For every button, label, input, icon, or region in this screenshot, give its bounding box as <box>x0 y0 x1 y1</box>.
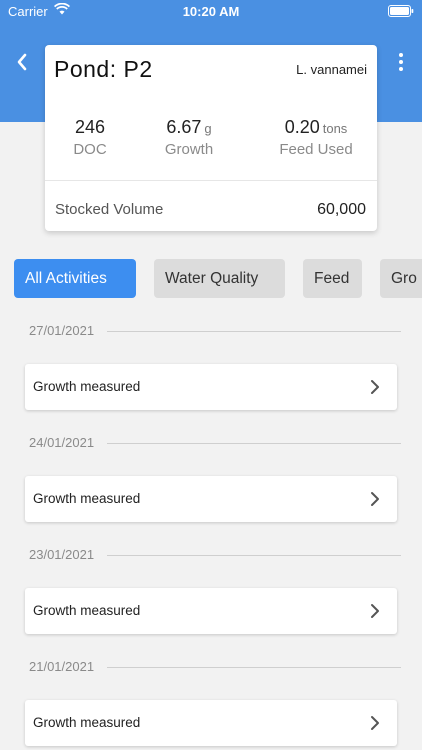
chevron-right-icon <box>371 492 379 506</box>
feed-unit: tons <box>322 121 348 136</box>
divider <box>107 443 401 444</box>
date-header: 24/01/2021 <box>29 435 401 451</box>
battery-icon <box>388 5 414 20</box>
chevron-right-icon <box>371 604 379 618</box>
filter-growth[interactable]: Gro <box>380 259 422 298</box>
pond-stats: 246 DOC 6.67 g Growth 0.20 tons Feed Used <box>45 117 377 167</box>
divider <box>107 667 401 668</box>
activity-title: Growth measured <box>33 715 141 730</box>
feed-value: 0.20 <box>284 117 320 137</box>
filter-feed[interactable]: Feed <box>303 259 362 298</box>
activity-item[interactable]: Growth measured <box>25 476 397 522</box>
activity-item[interactable]: Growth measured <box>25 364 397 410</box>
chevron-right-icon <box>371 380 379 394</box>
date-label: 23/01/2021 <box>29 547 95 562</box>
activity-title: Growth measured <box>33 379 141 394</box>
growth-unit: g <box>204 121 212 136</box>
date-header: 23/01/2021 <box>29 547 401 563</box>
species-label: L. vannamei <box>296 62 367 77</box>
filter-all-activities[interactable]: All Activities <box>14 259 136 298</box>
stat-growth: 6.67 g Growth <box>155 117 223 158</box>
doc-label: DOC <box>73 141 107 158</box>
pond-summary-card: Pond: P2 L. vannamei 246 DOC 6.67 g Growt… <box>45 45 377 231</box>
back-button[interactable] <box>10 50 34 74</box>
divider <box>107 331 401 332</box>
divider <box>45 180 377 181</box>
more-vertical-icon[interactable] <box>394 50 408 74</box>
activity-title: Growth measured <box>33 491 141 506</box>
date-label: 24/01/2021 <box>29 435 95 450</box>
stocked-volume-label: Stocked Volume <box>55 201 164 218</box>
chevron-left-icon <box>17 53 27 71</box>
activity-item[interactable]: Growth measured <box>25 588 397 634</box>
activity-item[interactable]: Growth measured <box>25 700 397 746</box>
clock: 10:20 AM <box>182 4 240 19</box>
stat-feed-used: 0.20 tons Feed Used <box>266 117 366 158</box>
divider <box>107 555 401 556</box>
stocked-volume-value: 60,000 <box>317 201 366 218</box>
growth-value: 6.67 <box>166 117 202 137</box>
status-bar: Carrier 10:20 AM <box>0 0 422 22</box>
feed-label: Feed Used <box>279 141 353 158</box>
doc-value: 246 <box>74 117 106 137</box>
date-label: 27/01/2021 <box>29 323 95 338</box>
date-header: 21/01/2021 <box>29 659 401 675</box>
activity-title: Growth measured <box>33 603 141 618</box>
chevron-right-icon <box>371 716 379 730</box>
date-header: 27/01/2021 <box>29 323 401 339</box>
activity-filter-bar: All Activities Water Quality Feed Gro <box>0 259 422 298</box>
date-label: 21/01/2021 <box>29 659 95 674</box>
pond-title: Pond: P2 <box>54 56 153 82</box>
filter-water-quality[interactable]: Water Quality <box>154 259 285 298</box>
stat-doc: 246 DOC <box>65 117 115 158</box>
growth-label: Growth <box>164 141 214 158</box>
